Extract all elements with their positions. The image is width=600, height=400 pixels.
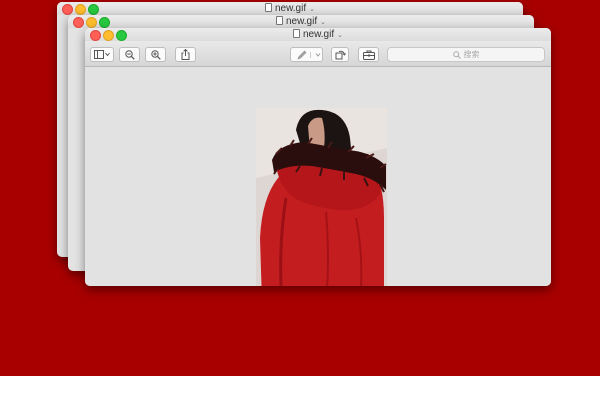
- pen-icon: [297, 50, 307, 60]
- toolbox-icon: [362, 50, 375, 60]
- share-button[interactable]: [175, 47, 196, 62]
- toolbox-button[interactable]: [358, 47, 379, 62]
- sidebar-toggle-button[interactable]: [90, 47, 114, 62]
- search-icon: [452, 50, 461, 59]
- markup-button[interactable]: [290, 47, 323, 62]
- window-title: new.gif ⌄: [85, 28, 551, 41]
- document-icon: [264, 3, 272, 12]
- window-title: new.gif ⌄: [57, 2, 523, 15]
- share-icon: [181, 49, 190, 60]
- document-icon: [292, 29, 300, 38]
- preview-window-front[interactable]: new.gif ⌄ 搜索: [85, 28, 551, 286]
- zoom-in-icon: [150, 49, 161, 60]
- chevron-down-icon: ⌄: [309, 6, 315, 13]
- zoom-out-button[interactable]: [119, 47, 140, 62]
- window-title: new.gif ⌄: [68, 15, 534, 28]
- document-icon: [275, 16, 283, 25]
- rotate-icon: [335, 50, 346, 59]
- zoom-in-button[interactable]: [145, 47, 166, 62]
- chevron-down-icon: ⌄: [320, 19, 326, 26]
- model-photo: [256, 108, 387, 286]
- rotate-button[interactable]: [331, 47, 349, 62]
- gif-image: [256, 108, 387, 286]
- window-titlebar[interactable]: new.gif ⌄: [68, 15, 534, 28]
- search-placeholder: 搜索: [463, 50, 480, 59]
- image-canvas[interactable]: [85, 67, 551, 286]
- sidebar-toggle-icon: [94, 50, 110, 59]
- window-titlebar[interactable]: new.gif ⌄: [57, 2, 523, 15]
- search-field[interactable]: 搜索: [387, 47, 545, 62]
- chevron-down-icon: [310, 51, 321, 58]
- window-titlebar[interactable]: new.gif ⌄: [85, 28, 551, 41]
- zoom-out-icon: [124, 49, 135, 60]
- toolbar: 搜索: [85, 41, 551, 67]
- chevron-down-icon: ⌄: [337, 32, 343, 39]
